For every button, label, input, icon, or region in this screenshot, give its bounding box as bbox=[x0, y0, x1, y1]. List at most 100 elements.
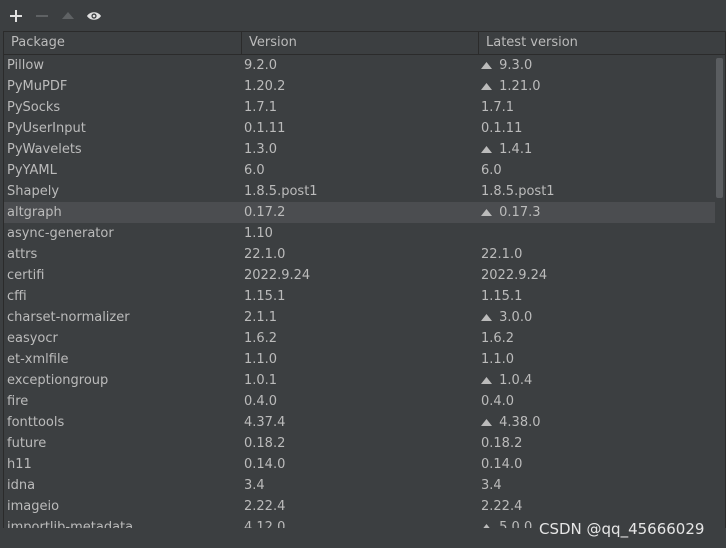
table-row[interactable]: cffi 1.15.1 1.15.1 bbox=[4, 286, 715, 307]
table-row[interactable]: async-generator 1.10 bbox=[4, 223, 715, 244]
upgrade-available-icon bbox=[481, 412, 495, 433]
latest-version-text: 0.17.3 bbox=[499, 205, 541, 220]
vertical-scrollbar[interactable] bbox=[715, 55, 725, 528]
package-name-cell: h11 bbox=[7, 457, 32, 472]
package-name-cell: easyocr bbox=[7, 331, 58, 346]
package-name-cell: PyWavelets bbox=[7, 142, 82, 157]
add-icon bbox=[10, 10, 22, 22]
latest-version-text: 1.7.1 bbox=[481, 100, 515, 115]
package-name-cell: PyMuPDF bbox=[7, 79, 68, 94]
package-name-cell: imageio bbox=[7, 499, 60, 514]
table-row[interactable]: certifi 2022.9.24 2022.9.24 bbox=[4, 265, 715, 286]
table-row[interactable]: fonttools 4.37.4 4.38.0 bbox=[4, 412, 715, 433]
upgrade-available-icon bbox=[481, 55, 495, 76]
version-cell: 2022.9.24 bbox=[244, 268, 311, 283]
package-name-cell: attrs bbox=[7, 247, 38, 262]
table-row[interactable]: easyocr 1.6.2 1.6.2 bbox=[4, 328, 715, 349]
column-header-latest-version[interactable]: Latest version bbox=[478, 32, 715, 54]
table-row[interactable]: imageio 2.22.4 2.22.4 bbox=[4, 496, 715, 517]
upgrade-available-icon bbox=[481, 76, 495, 97]
package-name-cell: idna bbox=[7, 478, 36, 493]
table-row[interactable]: future 0.18.2 0.18.2 bbox=[4, 433, 715, 454]
remove-package-button[interactable] bbox=[32, 6, 52, 26]
latest-version-text: 9.3.0 bbox=[499, 58, 533, 73]
latest-version-cell: 1.6.2 bbox=[478, 328, 715, 349]
table-row[interactable]: charset-normalizer 2.1.1 3.0.0 bbox=[4, 307, 715, 328]
table-row[interactable]: PyYAML 6.0 6.0 bbox=[4, 160, 715, 181]
latest-version-text: 4.38.0 bbox=[499, 415, 541, 430]
package-name-cell: PySocks bbox=[7, 100, 61, 115]
table-body: Pillow 9.2.0 9.3.0 PyMuPDF 1.20.2 1.21.0 PyS… bbox=[4, 55, 715, 528]
table-row[interactable]: PyUserInput 0.1.11 0.1.11 bbox=[4, 118, 715, 139]
version-cell: 1.8.5.post1 bbox=[244, 184, 318, 199]
column-header-version[interactable]: Version bbox=[241, 32, 478, 54]
scrollbar-thumb[interactable] bbox=[716, 58, 723, 198]
table-row[interactable]: PyMuPDF 1.20.2 1.21.0 bbox=[4, 76, 715, 97]
add-package-button[interactable] bbox=[6, 6, 26, 26]
latest-version-cell: 1.4.1 bbox=[478, 139, 715, 160]
table-row[interactable]: Shapely 1.8.5.post1 1.8.5.post1 bbox=[4, 181, 715, 202]
table-row[interactable]: attrs 22.1.0 22.1.0 bbox=[4, 244, 715, 265]
show-early-releases-button[interactable] bbox=[84, 6, 104, 26]
version-cell: 22.1.0 bbox=[244, 247, 286, 262]
package-name-cell: et-xmlfile bbox=[7, 352, 69, 367]
upgrade-available-icon bbox=[481, 139, 495, 160]
version-cell: 0.4.0 bbox=[244, 394, 278, 409]
package-name-cell: PyYAML bbox=[7, 163, 57, 178]
version-cell: 1.3.0 bbox=[244, 142, 278, 157]
upgrade-available-icon bbox=[481, 307, 495, 328]
package-name-cell: charset-normalizer bbox=[7, 310, 130, 325]
latest-version-text: 6.0 bbox=[481, 163, 502, 178]
latest-version-cell: 1.1.0 bbox=[478, 349, 715, 370]
latest-version-text: 1.15.1 bbox=[481, 289, 523, 304]
version-cell: 9.2.0 bbox=[244, 58, 278, 73]
latest-version-text: 0.18.2 bbox=[481, 436, 523, 451]
version-cell: 6.0 bbox=[244, 163, 265, 178]
latest-version-cell: 0.4.0 bbox=[478, 391, 715, 412]
table-row[interactable]: altgraph 0.17.2 0.17.3 bbox=[4, 202, 715, 223]
latest-version-text: 22.1.0 bbox=[481, 247, 523, 262]
package-name-cell: exceptiongroup bbox=[7, 373, 109, 388]
upgrade-icon bbox=[62, 12, 74, 19]
upgrade-available-icon bbox=[481, 62, 492, 69]
table-row[interactable]: exceptiongroup 1.0.1 1.0.4 bbox=[4, 370, 715, 391]
version-cell: 2.22.4 bbox=[244, 499, 286, 514]
latest-version-cell: 2022.9.24 bbox=[478, 265, 715, 286]
table-row[interactable]: fire 0.4.0 0.4.0 bbox=[4, 391, 715, 412]
latest-version-cell: 22.1.0 bbox=[478, 244, 715, 265]
table-row[interactable]: idna 3.4 3.4 bbox=[4, 475, 715, 496]
table-row[interactable]: et-xmlfile 1.1.0 1.1.0 bbox=[4, 349, 715, 370]
version-cell: 1.10 bbox=[244, 226, 273, 241]
latest-version-text: 1.8.5.post1 bbox=[481, 184, 555, 199]
eye-icon bbox=[87, 12, 101, 20]
latest-version-text: 3.4 bbox=[481, 478, 502, 493]
upgrade-available-icon bbox=[481, 314, 492, 321]
latest-version-cell: 3.4 bbox=[478, 475, 715, 496]
package-name-cell: fonttools bbox=[7, 415, 65, 430]
latest-version-text: 2022.9.24 bbox=[481, 268, 548, 283]
table-row[interactable]: h11 0.14.0 0.14.0 bbox=[4, 454, 715, 475]
latest-version-text: 1.4.1 bbox=[499, 142, 533, 157]
version-cell: 1.15.1 bbox=[244, 289, 286, 304]
upgrade-available-icon bbox=[481, 202, 495, 223]
latest-version-cell: 1.21.0 bbox=[478, 76, 715, 97]
upgrade-package-button[interactable] bbox=[58, 6, 78, 26]
version-cell: 0.18.2 bbox=[244, 436, 286, 451]
version-cell: 1.6.2 bbox=[244, 331, 278, 346]
latest-version-cell: 1.8.5.post1 bbox=[478, 181, 715, 202]
latest-version-cell: 0.1.11 bbox=[478, 118, 715, 139]
table-row[interactable]: Pillow 9.2.0 9.3.0 bbox=[4, 55, 715, 76]
upgrade-available-icon bbox=[481, 370, 495, 391]
column-header-package[interactable]: Package bbox=[4, 32, 241, 54]
latest-version-text: 2.22.4 bbox=[481, 499, 523, 514]
latest-version-cell: 1.15.1 bbox=[478, 286, 715, 307]
table-row[interactable]: PyWavelets 1.3.0 1.4.1 bbox=[4, 139, 715, 160]
latest-version-cell: 0.17.3 bbox=[478, 202, 715, 223]
version-cell: 1.0.1 bbox=[244, 373, 278, 388]
latest-version-cell: 3.0.0 bbox=[478, 307, 715, 328]
table-header: Package Version Latest version bbox=[4, 32, 725, 55]
packages-table: Package Version Latest version Pillow 9.2… bbox=[3, 31, 726, 529]
latest-version-cell: 9.3.0 bbox=[478, 55, 715, 76]
table-row[interactable]: PySocks 1.7.1 1.7.1 bbox=[4, 97, 715, 118]
latest-version-text: 0.14.0 bbox=[481, 457, 523, 472]
